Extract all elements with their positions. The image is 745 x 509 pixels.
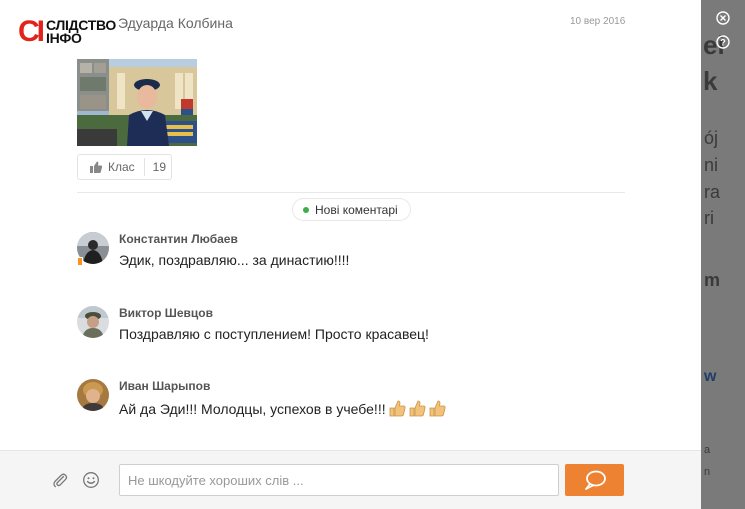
mobile-online-badge — [77, 257, 83, 266]
svg-text:?: ? — [720, 38, 726, 48]
comment-author[interactable]: Иван Шарыпов — [119, 379, 210, 393]
comment-text: Ай да Эди!!! Молодцы, успехов в учебе!!! — [119, 399, 448, 420]
like-button[interactable]: Клас 19 — [77, 154, 172, 180]
site-logo[interactable]: СІ СЛІДСТВО ІНФО — [18, 17, 116, 47]
paperclip-icon[interactable] — [51, 471, 69, 489]
comment-author[interactable]: Константин Любаев — [119, 232, 238, 246]
bg-fragment: k — [703, 66, 718, 96]
like-label: Клас — [108, 160, 135, 174]
speech-bubble-icon — [584, 470, 606, 490]
comment-composer — [0, 450, 701, 509]
bg-fragment: a — [704, 444, 711, 456]
bg-fragment: n — [704, 466, 711, 478]
post-author[interactable]: Эдуарда Колбина — [118, 15, 233, 31]
comment-text: Поздравляю с поступлением! Просто красав… — [119, 326, 429, 342]
post-photo[interactable] — [77, 59, 197, 146]
bg-fragment: ra — [704, 182, 721, 202]
logo-mark: СІ — [18, 15, 45, 48]
bg-fragment: m — [704, 270, 721, 290]
post-date: 10 вер 2016 — [570, 16, 626, 27]
new-comments-badge: Нові коментарі — [292, 198, 411, 221]
avatar[interactable] — [77, 379, 109, 411]
help-icon[interactable]: ? — [716, 35, 730, 49]
comment-text-body: Ай да Эди!!! Молодцы, успехов в учебе!!! — [119, 401, 386, 417]
bg-fragment: ri — [704, 208, 714, 228]
like-separator — [143, 158, 145, 176]
comment-author[interactable]: Виктор Шевцов — [119, 306, 213, 320]
comment-text: Эдик, поздравляю... за династию!!!! — [119, 252, 350, 268]
logo-line-2: ІНФО — [46, 30, 82, 46]
avatar[interactable] — [77, 306, 109, 338]
new-comments-label: Нові коментарі — [315, 202, 398, 217]
smiley-icon[interactable] — [82, 471, 100, 489]
status-dot — [303, 206, 309, 213]
bg-fragment: w — [704, 368, 717, 385]
divider — [77, 192, 625, 193]
bg-fragment: ni — [704, 155, 719, 175]
logo-text: СЛІДСТВО ІНФО — [46, 18, 116, 46]
bg-fragment: ój — [704, 128, 719, 148]
thumbs-up-emoji-icon — [388, 399, 448, 420]
send-button[interactable] — [565, 464, 624, 496]
close-icon[interactable] — [716, 11, 730, 25]
thumbs-up-icon — [90, 161, 103, 173]
comment-input[interactable] — [119, 464, 559, 496]
post-modal: СІ СЛІДСТВО ІНФО Эдуарда Колбина 10 вер … — [0, 0, 701, 509]
like-count[interactable]: 19 — [153, 160, 166, 174]
